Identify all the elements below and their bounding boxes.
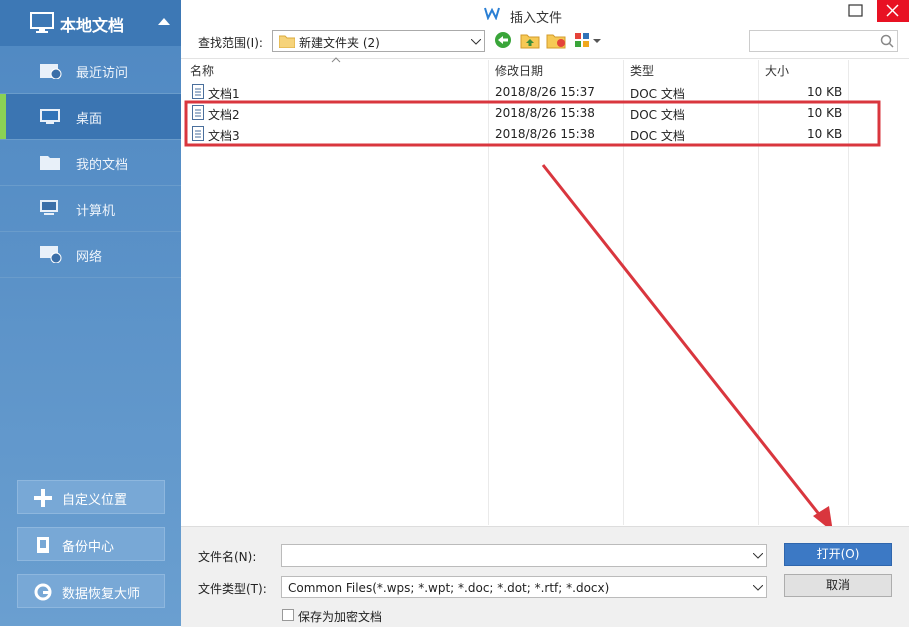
- search-input[interactable]: [749, 30, 898, 52]
- file-date: 2018/8/26 15:38: [495, 127, 595, 141]
- encrypt-checkbox[interactable]: [282, 609, 294, 621]
- doc-file-icon: [192, 126, 204, 141]
- sidebar-item-label: 网络: [76, 250, 103, 265]
- desktop-icon: [40, 109, 60, 124]
- column-header-name[interactable]: 名称: [190, 62, 214, 79]
- cancel-button[interactable]: 取消: [784, 574, 892, 597]
- recovery-icon: [34, 583, 52, 601]
- file-row[interactable]: 文档2 2018/8/26 15:38 DOC 文档 10 KB: [186, 103, 846, 124]
- network-icon: [40, 246, 62, 263]
- filename-label: 文件名(N):: [198, 550, 257, 564]
- backup-center-button[interactable]: 备份中心: [17, 527, 165, 561]
- chevron-down-icon: [471, 39, 481, 45]
- folder-icon: [40, 156, 60, 170]
- file-name: 文档3: [208, 129, 240, 143]
- file-date: 2018/8/26 15:38: [495, 106, 595, 120]
- column-header-size[interactable]: 大小: [765, 62, 789, 79]
- sidebar-item-desktop[interactable]: 桌面: [0, 94, 181, 140]
- sidebar-header[interactable]: 本地文档: [0, 0, 181, 46]
- plus-icon: [34, 489, 52, 507]
- open-button[interactable]: 打开(O): [784, 543, 892, 566]
- filetype-label: 文件类型(T):: [198, 582, 267, 596]
- file-type: DOC 文档: [630, 129, 685, 143]
- maximize-button[interactable]: [842, 0, 870, 22]
- filetype-select[interactable]: Common Files(*.wps; *.wpt; *.doc; *.dot;…: [281, 576, 767, 598]
- search-icon: [880, 34, 894, 48]
- chevron-up-icon[interactable]: [158, 17, 170, 25]
- column-header-date[interactable]: 修改日期: [495, 62, 543, 79]
- recent-icon: [40, 64, 62, 79]
- file-size: 10 KB: [807, 127, 843, 141]
- column-header-type[interactable]: 类型: [630, 62, 654, 79]
- lookin-label: 查找范围(I):: [198, 36, 263, 50]
- file-size: 10 KB: [807, 85, 843, 99]
- backup-icon: [37, 537, 49, 553]
- annotation-arrow-line: [541, 164, 824, 519]
- sidebar-header-title: 本地文档: [60, 16, 125, 35]
- file-name: 文档1: [208, 87, 240, 101]
- close-button[interactable]: [877, 0, 909, 22]
- new-folder-icon[interactable]: [546, 31, 566, 49]
- monitor-icon: [30, 12, 54, 33]
- file-date: 2018/8/26 15:37: [495, 85, 595, 99]
- chevron-down-icon[interactable]: [753, 553, 763, 559]
- sidebar-item-label: 我的文档: [76, 158, 129, 173]
- file-row[interactable]: 文档1 2018/8/26 15:37 DOC 文档 10 KB: [186, 82, 846, 103]
- sidebar-item-computer[interactable]: 计算机: [0, 186, 181, 232]
- file-type: DOC 文档: [630, 87, 685, 101]
- filename-input[interactable]: [281, 544, 767, 567]
- doc-file-icon: [192, 84, 204, 99]
- wps-icon: [484, 7, 500, 20]
- lookin-combobox[interactable]: 新建文件夹 (2): [272, 30, 485, 52]
- close-icon: [886, 4, 899, 17]
- sidebar-item-documents[interactable]: 我的文档: [0, 140, 181, 186]
- sidebar-item-label: 桌面: [76, 112, 103, 127]
- sidebar-item-label: 计算机: [76, 204, 116, 219]
- file-size: 10 KB: [807, 106, 843, 120]
- dialog-title: 插入文件: [510, 11, 563, 26]
- encrypt-label: 保存为加密文档: [298, 610, 383, 624]
- up-folder-icon[interactable]: [520, 31, 540, 49]
- sidebar-item-recent[interactable]: 最近访问: [0, 48, 181, 94]
- chevron-down-icon: [753, 585, 763, 591]
- column-divider: [848, 60, 849, 525]
- lookin-value: 新建文件夹 (2): [299, 36, 380, 50]
- computer-icon: [40, 200, 58, 215]
- sidebar-item-label: 最近访问: [76, 66, 129, 81]
- data-recovery-button[interactable]: 数据恢复大师: [17, 574, 165, 608]
- folder-icon: [279, 35, 295, 48]
- sidebar: 本地文档 最近访问 桌面 我的文档 计算机 网络 自定义位置 备份中心 数据恢复…: [0, 0, 181, 626]
- custom-location-label: 自定义位置: [62, 493, 128, 508]
- data-recovery-label: 数据恢复大师: [62, 587, 141, 602]
- sort-indicator-icon: [331, 57, 341, 63]
- backup-center-label: 备份中心: [62, 540, 115, 555]
- back-icon[interactable]: [494, 31, 512, 49]
- doc-file-icon: [192, 105, 204, 120]
- file-row[interactable]: 文档3 2018/8/26 15:38 DOC 文档 10 KB: [186, 124, 846, 145]
- custom-location-button[interactable]: 自定义位置: [17, 480, 165, 514]
- maximize-icon: [848, 4, 863, 17]
- list-top-border: [181, 58, 909, 59]
- filetype-value: Common Files(*.wps; *.wpt; *.doc; *.dot;…: [288, 581, 610, 595]
- view-icon[interactable]: [574, 31, 602, 49]
- file-name: 文档2: [208, 108, 240, 122]
- file-type: DOC 文档: [630, 108, 685, 122]
- sidebar-item-network[interactable]: 网络: [0, 232, 181, 278]
